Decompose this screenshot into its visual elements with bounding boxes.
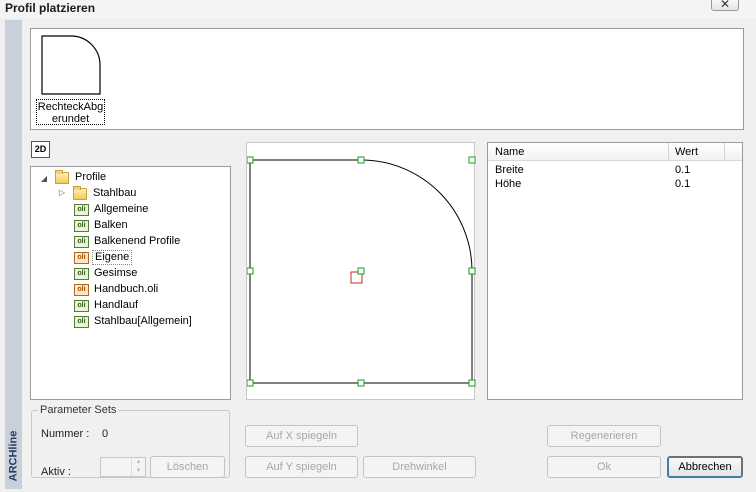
column-header-value[interactable]: Wert — [675, 146, 698, 158]
oli-file-icon: oli — [74, 267, 89, 280]
tree-item-handlauf[interactable]: oli Handlauf — [74, 298, 140, 313]
spinner-arrows[interactable]: ▲ ▼ — [131, 458, 145, 476]
cancel-button[interactable]: Abbrechen — [667, 456, 743, 478]
thumbnail-label-line2: erundet — [51, 113, 90, 125]
tree-item-label: Stahlbau — [93, 187, 137, 199]
spin-down-icon[interactable]: ▼ — [132, 467, 145, 476]
tree-item-label: Gesimse — [94, 267, 138, 279]
brand-logo: ARCHline — [5, 430, 22, 485]
resize-handle[interactable] — [357, 156, 365, 164]
resize-handle[interactable] — [246, 267, 254, 275]
tree-item-label: Profile — [75, 171, 107, 183]
delete-button[interactable]: Löschen — [150, 456, 225, 478]
rotation-button[interactable]: Drehwinkel — [363, 456, 476, 478]
profile-thumbnail[interactable] — [41, 35, 101, 95]
tree-item-label: Balkenend Profile — [94, 235, 181, 247]
mirror-y-button[interactable]: Auf Y spiegeln — [245, 456, 358, 478]
folder-icon — [55, 169, 69, 184]
folder-icon — [73, 185, 87, 200]
resize-handle[interactable] — [246, 156, 254, 164]
tree-item-profile[interactable]: Profile — [55, 169, 108, 185]
sidebar-strip — [5, 20, 22, 489]
window-title: Profil platzieren — [5, 1, 96, 15]
resize-handle[interactable] — [357, 379, 365, 387]
resize-handle[interactable] — [468, 267, 476, 275]
tree-item-balkenend-profile[interactable]: oli Balkenend Profile — [74, 234, 182, 249]
resize-handle[interactable] — [246, 379, 254, 387]
oli-file-icon: oli — [74, 251, 89, 264]
oli-file-icon: oli — [74, 203, 89, 216]
profile-tree: ◢ Profile ▷ Stahlbau oli Allgemeine oli … — [30, 166, 231, 400]
view-2d-label: 2D — [34, 144, 47, 154]
property-row[interactable]: Höhe 0.1 — [488, 178, 742, 192]
number-label: Nummer : — [41, 428, 90, 440]
tree-item-stahlbau[interactable]: Stahlbau — [73, 185, 138, 201]
title-bar: Profil platzieren ✕ — [0, 0, 756, 18]
regenerate-button[interactable]: Regenerieren — [547, 425, 661, 447]
tree-item-handbuch[interactable]: oli Handbuch.oli — [74, 282, 160, 297]
view-2d-button[interactable]: 2D — [31, 141, 50, 158]
property-row[interactable]: Breite 0.1 — [488, 164, 742, 178]
thumbnail-label-line1: RechteckAbg — [37, 101, 104, 113]
expand-icon[interactable]: ▷ — [57, 188, 67, 198]
center-handle[interactable] — [357, 267, 365, 275]
properties-list: Name Wert Breite 0.1 Höhe 0.1 — [487, 142, 743, 400]
parameter-sets-legend: Parameter Sets — [38, 404, 119, 416]
brand-label: ARCHline — [7, 430, 20, 482]
oli-file-icon: oli — [74, 315, 89, 328]
tree-item-label: Handlauf — [94, 299, 139, 311]
tree-item-label: Handbuch.oli — [94, 283, 159, 295]
tree-item-stahlbau-allgemein[interactable]: oli Stahlbau[Allgemein] — [74, 314, 194, 329]
profile-canvas[interactable] — [246, 142, 476, 400]
oli-file-icon: oli — [74, 283, 89, 296]
property-value: 0.1 — [675, 164, 691, 176]
profile-preview-panel: RechteckAbg erundet — [30, 28, 744, 130]
tree-item-label: Stahlbau[Allgemein] — [94, 315, 192, 327]
tree-item-eigene[interactable]: oli Eigene — [74, 250, 133, 265]
resize-handle[interactable] — [468, 379, 476, 387]
spin-up-icon[interactable]: ▲ — [132, 458, 145, 467]
property-name: Höhe — [495, 178, 522, 190]
tree-item-balken[interactable]: oli Balken — [74, 218, 130, 233]
collapse-icon[interactable]: ◢ — [39, 174, 49, 184]
ok-button[interactable]: Ok — [547, 456, 661, 478]
profile-drawing — [246, 156, 476, 387]
tree-item-label: Allgemeine — [94, 203, 149, 215]
close-button[interactable]: ✕ — [711, 0, 739, 11]
property-value: 0.1 — [675, 178, 691, 190]
oli-file-icon: oli — [74, 219, 89, 232]
property-name: Breite — [495, 164, 524, 176]
oli-file-icon: oli — [74, 299, 89, 312]
active-label: Aktiv : — [41, 466, 71, 478]
close-icon: ✕ — [719, 0, 731, 11]
tree-item-allgemeine[interactable]: oli Allgemeine — [74, 202, 150, 217]
resize-handle[interactable] — [468, 156, 476, 164]
mirror-x-button[interactable]: Auf X spiegeln — [245, 425, 358, 447]
properties-header: Name Wert — [488, 143, 742, 161]
tree-item-gesimse[interactable]: oli Gesimse — [74, 266, 139, 281]
tree-item-label: Eigene — [92, 250, 133, 265]
tree-item-label: Balken — [94, 219, 128, 231]
oli-file-icon: oli — [74, 235, 89, 248]
column-header-name[interactable]: Name — [495, 146, 524, 158]
number-value: 0 — [102, 428, 109, 440]
profile-thumbnail-label[interactable]: RechteckAbg erundet — [36, 99, 105, 125]
